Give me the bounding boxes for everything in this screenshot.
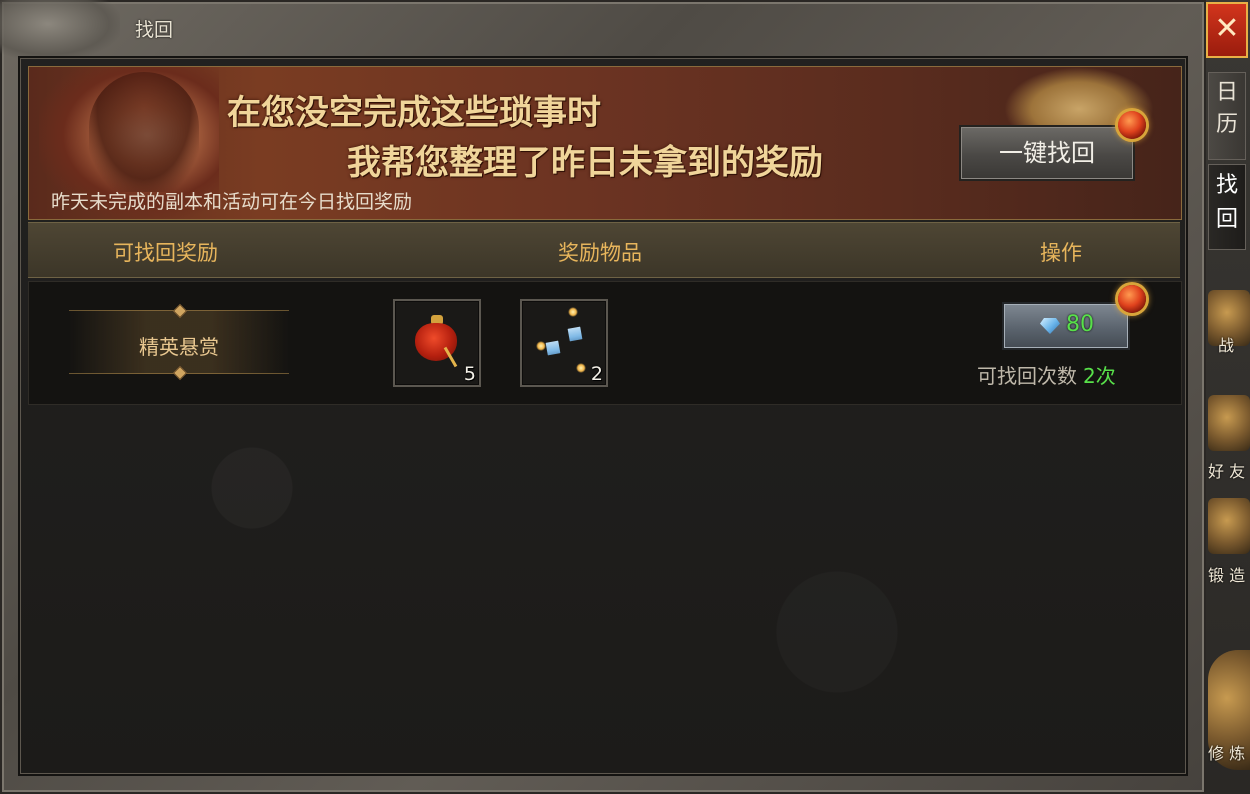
banner-note: 昨天未完成的副本和活动可在今日找回奖励 [51,191,413,213]
dragon-ornament [0,0,120,60]
promo-banner: 在您没空完成这些琐事时 我帮您整理了昨日未拿到的奖励 昨天未完成的副本和活动可在… [28,66,1182,220]
header-reward-items: 奖励物品 [558,241,642,265]
header-retrievable-reward: 可找回奖励 [113,241,218,265]
banner-line-2: 我帮您整理了昨日未拿到的奖励 [347,143,823,183]
header-operation: 操作 [1040,241,1082,265]
diamond-gem-icon [1040,318,1060,334]
tab-calendar-label: 日历 [1215,80,1238,137]
tab-retrieve-label: 找回 [1215,173,1238,232]
battle-label: 战 [1218,336,1235,355]
window-content: 在您没空完成这些琐事时 我帮您整理了昨日未拿到的奖励 昨天未完成的副本和活动可在… [18,56,1188,776]
retrieve-cost: 80 [1066,312,1094,337]
forge-icon[interactable] [1208,498,1250,554]
forge-label: 锻 造 [1208,566,1246,585]
notification-dot-icon [1118,285,1146,313]
retrieve-times: 可找回次数 2次 [977,360,1116,389]
reward-name: 精英悬赏 [139,335,219,359]
portrait-hair [89,72,199,192]
window-title: 找回 [135,19,174,41]
item-count: 2 [590,363,603,385]
diamond-ornament-icon [172,303,188,319]
retrieve-button[interactable]: 80 [1002,302,1130,350]
one-click-retrieve-button[interactable]: 一键找回 [959,125,1135,181]
window-frame: 找回 在您没空完成这些琐事时 我帮您整理了昨日未拿到的奖励 昨天未完成的副本和活… [0,0,1206,794]
reward-item-slot[interactable]: 2 [520,299,608,387]
diamond-ornament-icon [172,365,188,381]
table-row: 精英悬赏 5 2 80 可找回次数 2次 [28,281,1182,405]
retrieve-times-value: 2次 [1083,364,1116,388]
retrieve-times-label: 可找回次数 [977,364,1077,388]
reward-item-slot[interactable]: 5 [393,299,481,387]
reward-name-plate: 精英悬赏 [69,303,289,381]
friends-label: 好 友 [1208,462,1246,481]
cultivate-label: 修 炼 [1208,744,1246,763]
friends-icon[interactable] [1208,395,1250,451]
item-count: 5 [463,363,476,385]
banner-line-1: 在您没空完成这些琐事时 [227,93,601,133]
close-button[interactable]: ✕ [1206,2,1248,58]
notification-dot-icon [1118,111,1146,139]
tab-calendar[interactable]: 日历 [1208,72,1246,160]
table-header: 可找回奖励 奖励物品 操作 [28,222,1180,278]
tab-retrieve[interactable]: 找回 [1208,164,1246,250]
